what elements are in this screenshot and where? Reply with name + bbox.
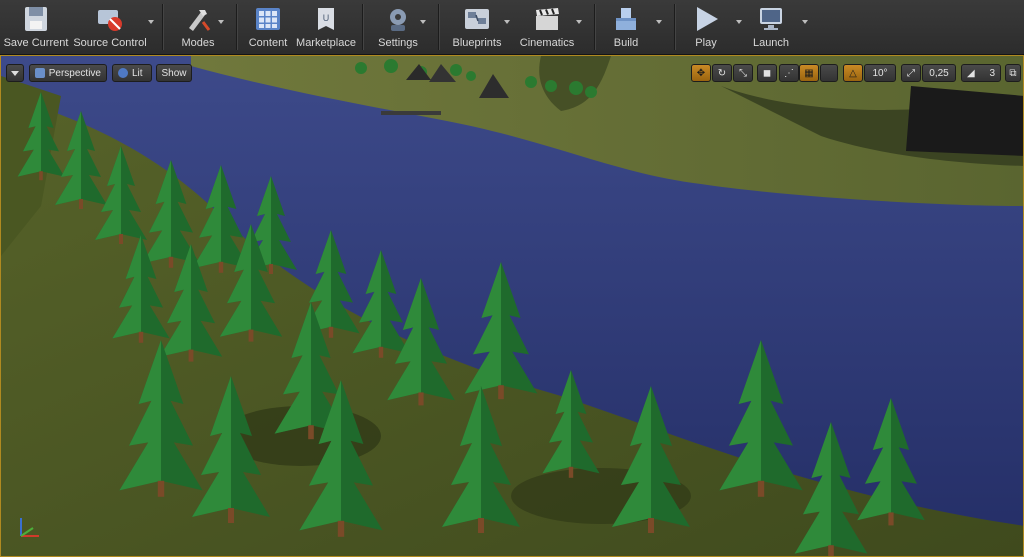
settings-button[interactable]: Settings (372, 0, 424, 52)
blueprints-dropdown-caret[interactable] (504, 20, 510, 24)
blueprints-button[interactable]: Blueprints (448, 0, 506, 52)
modes-tools-icon (189, 10, 211, 31)
floppy-disk-icon (25, 7, 47, 31)
lit-label: Lit (132, 67, 143, 79)
camera-perspective-icon (35, 68, 45, 78)
blueprints-label: Blueprints (452, 37, 502, 49)
viewport-options-button[interactable] (6, 64, 24, 82)
play-label: Play (695, 37, 717, 49)
launch-monitor-icon (760, 8, 782, 30)
scale-snap-value[interactable]: 0,25 (922, 64, 956, 82)
scale-snap-icon: ⤢ (907, 67, 915, 79)
translate-mode-button[interactable]: ✥ (691, 64, 711, 82)
cube-icon: ◼ (762, 67, 772, 79)
move-arrows-icon: ✥ (696, 67, 706, 79)
rotation-snap-label: 10° (872, 67, 888, 79)
perspective-view-button[interactable]: Perspective (29, 64, 107, 82)
launch-button[interactable]: Launch (748, 0, 794, 52)
save-current-button[interactable]: Save Current (4, 0, 68, 52)
marketplace-button[interactable]: U Marketplace (296, 0, 356, 52)
rotation-snap-toggle[interactable]: △ (843, 64, 863, 82)
scale-icon: ⤡ (739, 67, 747, 79)
clapperboard-icon (536, 8, 559, 30)
play-icon (697, 7, 718, 31)
launch-dropdown-caret[interactable] (802, 20, 808, 24)
toolbar-separator (674, 4, 675, 50)
rotate-icon: ↻ (717, 67, 727, 79)
settings-gear-icon (390, 9, 406, 31)
surface-snapping-button[interactable]: ⋰ (779, 64, 799, 82)
modes-label: Modes (181, 37, 215, 49)
lit-sphere-icon (118, 68, 128, 78)
toolbar-separator (438, 4, 439, 50)
content-browser-icon (256, 8, 280, 30)
cinematics-button[interactable]: Cinematics (516, 0, 578, 52)
view-mode-lit-button[interactable]: Lit (112, 64, 152, 82)
play-button[interactable]: Play (684, 0, 728, 52)
grid-snap-toggle[interactable]: ▦ (799, 64, 819, 82)
content-button[interactable]: Content (244, 0, 292, 52)
maximize-viewport-button[interactable]: ⧉ (1005, 64, 1021, 82)
surface-snap-icon: ⋰ (784, 67, 794, 79)
source-control-button[interactable]: Source Control (73, 0, 147, 52)
play-dropdown-caret[interactable] (736, 20, 742, 24)
scale-snap-label: 0,25 (929, 67, 949, 79)
scale-snap-toggle[interactable]: ⤢ (901, 64, 921, 82)
rotate-mode-button[interactable]: ↻ (712, 64, 732, 82)
scale-mode-button[interactable]: ⤡ (733, 64, 753, 82)
build-dropdown-caret[interactable] (656, 20, 662, 24)
source-control-dropdown-caret[interactable] (148, 20, 154, 24)
grid-snap-value[interactable] (820, 64, 838, 82)
toolbar-separator (236, 4, 237, 50)
world-local-toggle[interactable]: ◼ (757, 64, 777, 82)
cinematics-dropdown-caret[interactable] (576, 20, 582, 24)
marketplace-icon: U (318, 8, 334, 30)
maximize-icon: ⧉ (1009, 67, 1017, 79)
build-cubes-icon (616, 8, 636, 30)
source-control-icon (98, 10, 122, 31)
save-current-label: Save Current (3, 37, 69, 49)
camera-speed-icon: ◢ (967, 67, 975, 79)
source-control-label: Source Control (73, 37, 147, 49)
launch-label: Launch (752, 37, 790, 49)
build-button[interactable]: Build (604, 0, 648, 52)
modes-button[interactable]: Modes (170, 0, 226, 52)
toolbar-separator (162, 4, 163, 50)
cinematics-label: Cinematics (519, 37, 575, 49)
camera-speed-label: 3 (989, 67, 995, 79)
svg-text:U: U (323, 13, 330, 23)
rotation-snap-value[interactable]: 10° (864, 64, 896, 82)
blueprints-icon (465, 9, 489, 29)
settings-dropdown-caret[interactable] (420, 20, 426, 24)
toolbar-separator (362, 4, 363, 50)
axis-gizmo-icon (20, 518, 39, 537)
show-flags-button[interactable]: Show (156, 64, 192, 82)
marketplace-label: Marketplace (296, 37, 356, 49)
modes-dropdown-caret[interactable] (218, 20, 224, 24)
grid-icon: ▦ (804, 67, 814, 79)
level-viewport[interactable]: Perspective Lit Show ✥ ↻ ⤡ ◼ ⋰ ▦ △ 10° ⤢… (0, 55, 1024, 557)
show-label: Show (161, 67, 187, 79)
scene-render[interactable] (1, 56, 1024, 557)
perspective-label: Perspective (48, 67, 101, 79)
toolbar-separator (594, 4, 595, 50)
settings-label: Settings (378, 37, 418, 49)
build-label: Build (613, 37, 639, 49)
angle-icon: △ (849, 67, 857, 79)
chevron-down-icon (11, 70, 19, 76)
main-toolbar: Save Current Source Control Modes Conten… (0, 0, 1024, 55)
content-label: Content (248, 37, 288, 49)
camera-speed-button[interactable]: ◢ 3 (961, 64, 1001, 82)
